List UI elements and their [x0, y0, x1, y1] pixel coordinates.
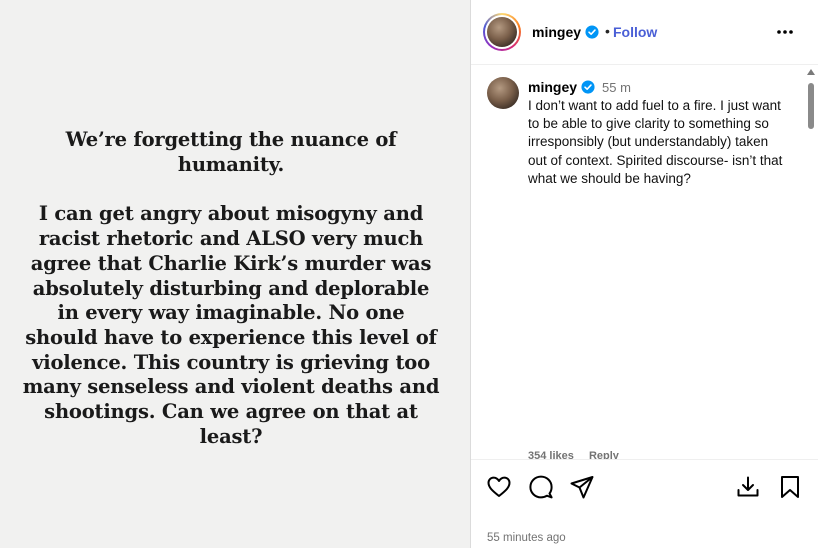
avatar[interactable]	[483, 13, 521, 51]
caption-text: I don’t want to add fuel to a fire. I ju…	[528, 98, 783, 186]
caption-meta: 354 likes Reply	[528, 450, 631, 459]
verified-badge-icon	[581, 80, 595, 94]
actions-divider	[471, 459, 818, 460]
share-icon[interactable]	[569, 474, 595, 500]
scroll-thumb[interactable]	[808, 83, 814, 129]
post-image-text: We’re forgetting the nuance of humanity.…	[22, 128, 440, 449]
caption-likes[interactable]: 354 likes	[528, 450, 574, 459]
scroll-up-arrow-icon[interactable]	[807, 69, 815, 75]
follow-button[interactable]: Follow	[613, 24, 657, 40]
more-options-icon[interactable]	[773, 22, 797, 42]
caption-time: 55 m	[602, 80, 631, 95]
avatar-image	[487, 17, 517, 47]
separator-dot: •	[605, 23, 610, 39]
verified-badge-icon	[585, 25, 599, 39]
comment-icon[interactable]	[528, 474, 554, 500]
reply-button[interactable]: Reply	[589, 450, 619, 459]
caption-username[interactable]: mingey	[528, 79, 577, 95]
post-header: mingey • Follow	[471, 0, 818, 64]
post-side-panel: mingey • Follow mingey 55 m I don’t want…	[471, 0, 818, 548]
post-body: I can get angry about misogyny and racis…	[22, 202, 440, 448]
comments-area: mingey 55 m I don’t want to add fuel to …	[471, 65, 818, 459]
download-icon[interactable]	[735, 474, 761, 500]
header-username[interactable]: mingey	[532, 24, 581, 40]
post-image: We’re forgetting the nuance of humanity.…	[0, 0, 470, 548]
post-timestamp: 55 minutes ago	[487, 532, 566, 544]
comments-scrollbar[interactable]	[804, 65, 818, 459]
post-headline: We’re forgetting the nuance of humanity.	[65, 128, 397, 176]
caption-avatar[interactable]	[487, 77, 519, 109]
heart-icon[interactable]	[486, 474, 512, 500]
bookmark-icon[interactable]	[777, 474, 803, 500]
